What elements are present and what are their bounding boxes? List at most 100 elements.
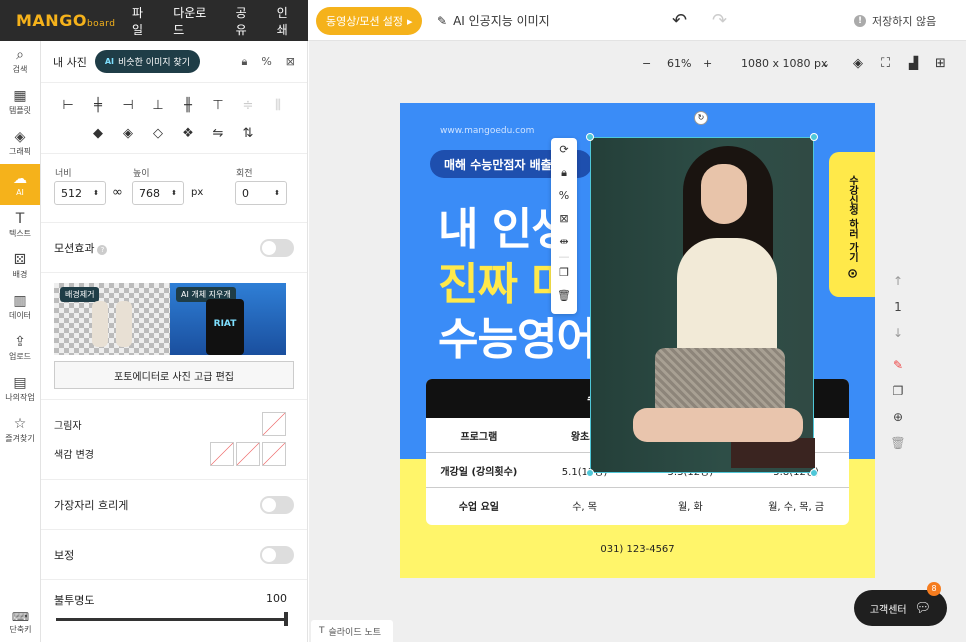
logo[interactable]: MANGOboard	[16, 11, 115, 30]
resize-handle-bl[interactable]	[586, 469, 594, 477]
nav-ai[interactable]: ☁ AI	[0, 164, 40, 205]
page-down-icon[interactable]: ↓	[883, 320, 913, 346]
canvas-size-select[interactable]: 1080 x 1080 px	[741, 57, 827, 70]
bring-forward-icon[interactable]: ◈	[113, 126, 143, 141]
align-bottom-icon[interactable]: ⊥	[143, 98, 173, 113]
photo-edit-section: 배경제거 AI 개체 지우개 RIAT 포토에디터로 사진 고급 편집	[41, 273, 307, 400]
resize-handle-tl[interactable]	[586, 133, 594, 141]
add-page-icon[interactable]: ⊕	[883, 404, 913, 430]
color-none-swatch-2[interactable]	[236, 442, 260, 466]
remove-background-thumb[interactable]: 배경제거	[54, 283, 170, 355]
width-label: 너비	[55, 169, 72, 179]
nav-upload[interactable]: ⇪ 업로드	[0, 328, 40, 369]
selected-photo[interactable]	[590, 137, 815, 473]
resize-handle-tr[interactable]	[810, 133, 818, 141]
copy-icon[interactable]: ❐	[559, 261, 569, 284]
shortcut-button[interactable]: ⌨ 단축키	[0, 610, 41, 635]
rotation-input[interactable]: 0 ⬍	[235, 181, 287, 205]
zoom-level[interactable]: 61%	[667, 57, 691, 70]
delete-page-icon[interactable]: 🗑︎	[883, 430, 913, 456]
align-right-icon[interactable]: ⊣	[113, 98, 143, 113]
crop-icon[interactable]: ⊠	[559, 207, 568, 230]
edge-blur-label: 가장자리 흐리게	[54, 498, 129, 512]
lock-icon[interactable]: 🔒︎	[561, 161, 567, 184]
motion-settings-button[interactable]: 동영상/모션 설정 ▸	[316, 7, 423, 35]
shadow-none-swatch[interactable]	[262, 412, 286, 436]
edge-blur-row: 가장자리 흐리게	[41, 480, 307, 530]
resize-handle-br[interactable]	[810, 469, 818, 477]
align-top-icon[interactable]: ⊤	[203, 98, 233, 113]
floating-toolbar: ⟳ 🔒︎ % ⊠ ⇹ — ❐ 🗑︎	[551, 138, 577, 314]
nav-label: 그래픽	[8, 147, 32, 156]
fit-icon[interactable]: ⛶	[881, 56, 890, 71]
correction-label: 보정	[54, 548, 75, 562]
grid-icon[interactable]: ⊞	[935, 56, 946, 71]
zoom-out-button[interactable]: −	[642, 57, 651, 70]
motion-toggle[interactable]	[260, 238, 294, 257]
opacity-slider[interactable]	[56, 612, 288, 626]
enroll-side-button[interactable]: 수강신청 하러 가기 ⊙	[829, 152, 875, 297]
find-similar-button[interactable]: AI 비슷한 이미지 찾기	[94, 50, 200, 73]
help-icon[interactable]: ?	[97, 244, 108, 255]
page-controls: ↑ 1 ↓ ✎ ❐ ⊕ 🗑︎	[883, 268, 913, 456]
distribute-horizontal-icon[interactable]: ⫼	[263, 98, 293, 113]
menu-print[interactable]: 인쇄	[267, 4, 308, 38]
flip-horizontal-icon[interactable]: ⇋	[203, 126, 233, 141]
link-icon[interactable]: ∞	[112, 185, 123, 200]
color-none-swatch-3[interactable]	[262, 442, 286, 466]
unit-label: px	[191, 187, 204, 198]
rotate-handle-icon[interactable]: ↻	[694, 111, 708, 125]
crop-icon[interactable]: ⊠	[286, 55, 295, 69]
page-up-icon[interactable]: ↑	[883, 268, 913, 294]
nav-mywork[interactable]: ▤ 나의작업	[0, 369, 40, 410]
bring-front-icon[interactable]: ◆	[83, 126, 113, 141]
edge-blur-toggle[interactable]	[260, 495, 294, 514]
color-picker-icon[interactable]: ✎	[883, 352, 913, 378]
ai-eraser-thumb[interactable]: AI 개체 지우개 RIAT	[170, 283, 286, 355]
photo-editor-button[interactable]: 포토에디터로 사진 고급 편집	[54, 361, 294, 389]
align-left-icon[interactable]: ⊢	[53, 98, 83, 113]
replace-icon[interactable]: ⟳	[559, 138, 568, 161]
color-none-swatch-1[interactable]	[210, 442, 234, 466]
align-middle-icon[interactable]: ╫	[173, 98, 203, 113]
send-backward-icon[interactable]: ◇	[143, 126, 173, 141]
chart-icon[interactable]: ▟	[909, 56, 918, 70]
correction-toggle[interactable]	[260, 545, 294, 564]
nav-data[interactable]: ▥ 데이터	[0, 287, 40, 328]
menu-share[interactable]: 공유	[226, 4, 267, 38]
favorites-icon: ☆	[13, 416, 27, 432]
menu-file[interactable]: 파일	[122, 4, 163, 38]
customer-center-label: 고객센터	[869, 604, 907, 616]
nav-graphic[interactable]: ◈ 그래픽	[0, 123, 40, 164]
delete-icon[interactable]: 🗑︎	[557, 284, 571, 307]
lock-icon[interactable]: 🔒︎	[241, 55, 247, 69]
ai-image-button[interactable]: ✎ AI 인공지능 이미지	[437, 12, 550, 29]
menu-download[interactable]: 다운로드	[163, 4, 225, 38]
duplicate-page-icon[interactable]: ❐	[883, 378, 913, 404]
undo-icon[interactable]: ↶	[672, 10, 687, 31]
align-center-icon[interactable]: ╪	[83, 98, 113, 113]
layers-icon[interactable]: ◈	[853, 56, 863, 71]
save-status[interactable]: ! 저장하지 않음	[854, 13, 936, 29]
flip-vertical-icon[interactable]: ⇅	[233, 126, 263, 141]
transparency-icon[interactable]: %	[261, 55, 271, 69]
width-input[interactable]: 512 ⬍	[54, 181, 106, 205]
send-back-icon[interactable]: ❖	[173, 126, 203, 141]
opacity-section: 불투명도 100	[41, 580, 307, 630]
align-row-1: ⊢ ╪ ⊣ ⊥ ╫ ⊤ ≑ ⫼	[41, 91, 307, 119]
phone-number[interactable]: 031) 123-4567	[400, 544, 875, 555]
nav-background[interactable]: ⚄ 배경	[0, 246, 40, 287]
panel-header: 내 사진 AI 비슷한 이미지 찾기 🔒︎ % ⊠	[41, 41, 307, 83]
redo-icon[interactable]: ↷	[712, 10, 727, 31]
nav-search[interactable]: ⌕ 검색	[0, 41, 40, 82]
nav-text[interactable]: T 텍스트	[0, 205, 40, 246]
table-cell: 개강일 (강의횟수)	[440, 466, 518, 478]
transparency-icon[interactable]: %	[559, 184, 569, 207]
nav-template[interactable]: ▦ 템플릿	[0, 82, 40, 123]
distribute-vertical-icon[interactable]: ≑	[233, 98, 263, 113]
nav-favorites[interactable]: ☆ 즐겨찾기	[0, 410, 40, 451]
slide-notes-tab[interactable]: T 슬라이드 노트	[311, 620, 393, 642]
customer-center-button[interactable]: 고객센터 💬︎ 8	[854, 582, 947, 626]
height-input[interactable]: 768 ⬍	[132, 181, 184, 205]
zoom-in-button[interactable]: +	[703, 57, 712, 70]
